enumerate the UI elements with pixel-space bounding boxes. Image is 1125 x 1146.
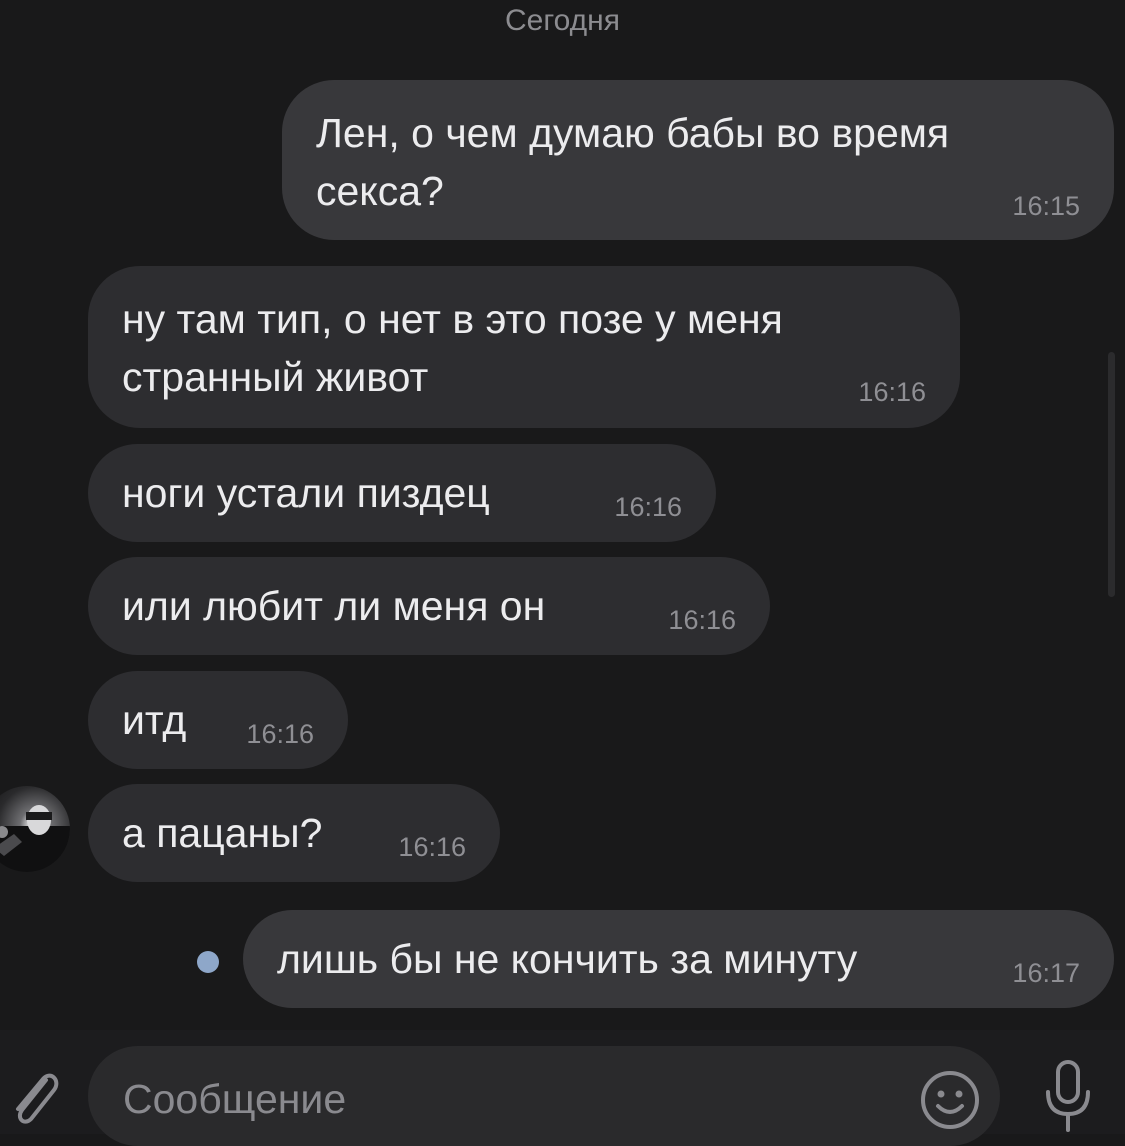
message-text-line: итд	[122, 697, 187, 743]
emoji-icon[interactable]	[918, 1068, 982, 1132]
paperclip-icon[interactable]	[6, 1062, 62, 1132]
message-text-line: лишь бы не кончить за минуту	[277, 936, 858, 982]
message-text-line: секса?	[316, 168, 444, 214]
message-input-placeholder: Сообщение	[123, 1075, 347, 1122]
message-bubble-incoming[interactable]: итд 16:16	[88, 671, 348, 769]
message-bubble-incoming[interactable]: или любит ли меня он 16:16	[88, 557, 770, 655]
message-text-line: или любит ли меня он	[122, 583, 546, 629]
scrollbar[interactable]	[1108, 352, 1115, 597]
message-bubble-incoming[interactable]: ну там тип, о нет в это позе у меня стра…	[88, 266, 960, 428]
unread-indicator	[197, 951, 219, 973]
message-time: 16:16	[858, 377, 926, 407]
message-time: 16:16	[246, 719, 314, 749]
message-time: 16:15	[1012, 191, 1080, 221]
message-bubble-outgoing[interactable]: лишь бы не кончить за минуту 16:17	[243, 910, 1114, 1008]
message-text-line: ноги устали пиздец	[122, 470, 490, 516]
date-separator: Сегодня	[505, 4, 620, 37]
message-bubble-outgoing[interactable]: Лен, о чем думаю бабы во время секса? 16…	[282, 80, 1114, 240]
message-bubble-incoming[interactable]: ноги устали пиздец 16:16	[88, 444, 716, 542]
message-time: 16:16	[668, 605, 736, 635]
microphone-icon[interactable]	[1036, 1058, 1100, 1134]
message-text-line: ну там тип, о нет в это позе у меня	[122, 296, 783, 342]
message-time: 16:16	[398, 832, 466, 862]
message-text-line: Лен, о чем думаю бабы во время	[316, 110, 950, 156]
sender-avatar[interactable]	[0, 786, 70, 872]
message-text-line: а пацаны?	[122, 810, 323, 856]
message-input[interactable]: Сообщение	[88, 1046, 1000, 1146]
message-time: 16:16	[614, 492, 682, 522]
message-text-line: странный живот	[122, 354, 429, 400]
message-time: 16:17	[1012, 958, 1080, 988]
message-bubble-incoming[interactable]: а пацаны? 16:16	[88, 784, 500, 882]
